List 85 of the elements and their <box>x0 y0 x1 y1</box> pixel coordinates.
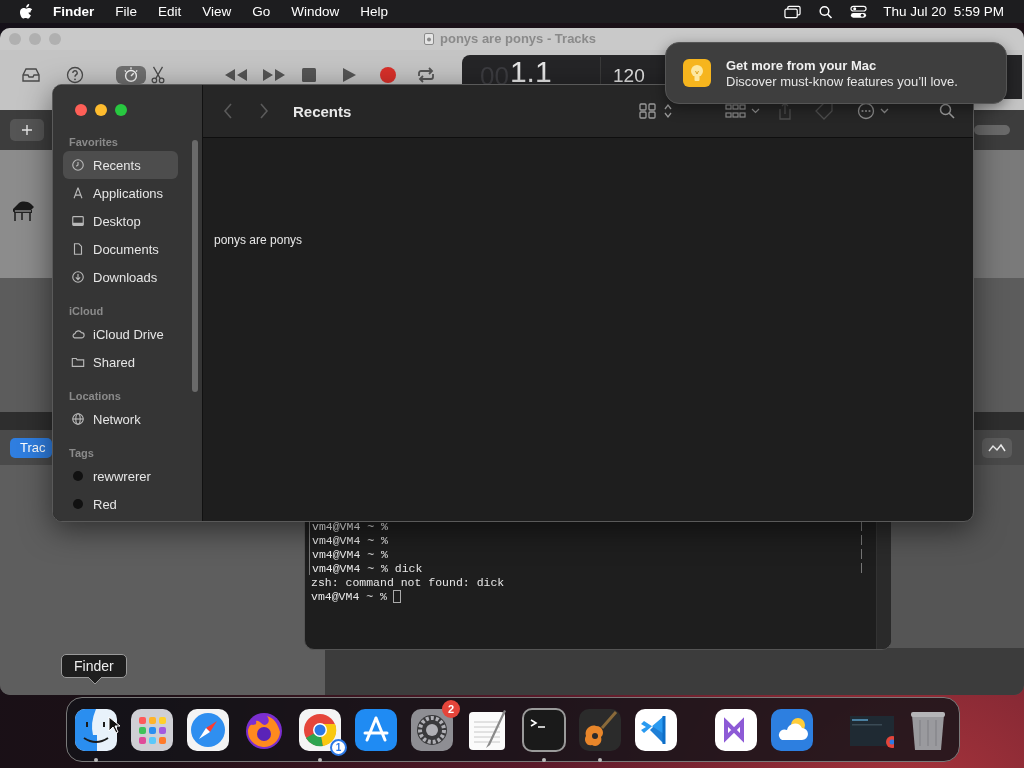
sidebar-item[interactable]: Red <box>63 490 178 518</box>
smiling-face-icon[interactable] <box>74 707 118 752</box>
app-menu[interactable]: Finder <box>53 4 95 19</box>
menu-item[interactable]: Go <box>252 4 271 19</box>
terminal-line: vm4@VM4 ~ % <box>312 533 388 547</box>
terminal-icon[interactable] <box>522 707 566 752</box>
sidebar-heading: Locations <box>68 389 122 404</box>
play-icon[interactable] <box>342 68 356 82</box>
sidebar-heading: iCloud <box>68 304 105 319</box>
sidebar-heading: Tags <box>68 446 95 461</box>
close-button[interactable] <box>75 104 87 116</box>
help-icon <box>66 66 84 84</box>
tracks-button[interactable]: Trac <box>10 437 52 458</box>
plus-icon <box>21 124 33 136</box>
notification-message: Discover must-know features you’ll love. <box>726 73 958 89</box>
zigzag-line-icon <box>988 442 1006 453</box>
terminal-line: vm4@VM4 ~ % <box>312 547 388 561</box>
record-icon[interactable] <box>380 67 396 83</box>
menu-item[interactable]: View <box>202 4 232 19</box>
scissors-icon <box>149 66 167 84</box>
sidebar-heading: Favorites <box>68 135 119 150</box>
fast-forward-icon[interactable] <box>262 68 286 82</box>
rewind-icon[interactable] <box>224 68 248 82</box>
scrollbar[interactable] <box>192 140 198 392</box>
sidebar-item[interactable]: Desktop <box>63 207 178 235</box>
tooltip-pointer-icon <box>88 677 102 685</box>
notification-banner[interactable]: Get more from your Mac Discover must-know features you’ll love. <box>665 42 1007 104</box>
terminal-line: vm4@VM4 ~ % <box>312 519 388 533</box>
notification-title: Get more from your Mac <box>726 57 878 73</box>
document-icon <box>71 242 85 256</box>
monitor-icon <box>71 214 85 228</box>
notification-badge: 2 <box>442 699 460 718</box>
sidebar-item[interactable]: Recents <box>63 151 178 179</box>
mouse-pointer-icon <box>108 716 120 734</box>
inbox-icon <box>21 67 41 83</box>
search-icon[interactable] <box>817 4 835 19</box>
sidebar-item[interactable]: Downloads <box>63 263 178 291</box>
stacked-windows-icon[interactable] <box>784 4 802 19</box>
sidebar-item[interactable]: Network <box>63 405 178 433</box>
help-button[interactable] <box>64 66 86 84</box>
folder-icon <box>71 355 85 369</box>
control-center-icon[interactable] <box>850 4 868 19</box>
menu-bar-clock[interactable]: Thu Jul 20 5:59 PM <box>883 4 1004 19</box>
sidebar-item[interactable]: Documents <box>63 235 178 263</box>
menu-item[interactable]: Edit <box>158 4 182 19</box>
cycle-icon[interactable] <box>416 67 436 83</box>
globe-icon <box>71 412 85 426</box>
group-button[interactable] <box>725 103 761 119</box>
sidebar-item[interactable]: rewwrerer <box>63 462 178 490</box>
app-grid-icon[interactable] <box>130 707 174 752</box>
download-icon <box>71 270 85 284</box>
compass-icon[interactable] <box>186 707 230 752</box>
icon-view-button[interactable] <box>639 103 673 119</box>
guitar-icon[interactable] <box>578 707 622 752</box>
sidebar-item[interactable]: iCloud Drive <box>63 320 178 348</box>
menu-item[interactable]: Help <box>360 4 389 19</box>
window-title: Recents <box>293 102 352 120</box>
code-editor-icon[interactable] <box>634 707 678 752</box>
apple-logo-icon[interactable] <box>19 3 33 20</box>
terminal-line: vm4@VM4 ~ % <box>311 589 387 603</box>
file-name[interactable]: ponys are ponys <box>214 233 303 247</box>
search-button[interactable] <box>939 103 955 119</box>
sidebar-item[interactable]: Shared <box>63 348 178 376</box>
cloud-icon <box>71 327 85 341</box>
add-track-button[interactable] <box>10 119 44 141</box>
window-title: ponys are ponys - Tracks <box>440 31 597 46</box>
zoom-button[interactable] <box>115 104 127 116</box>
playhead-position: 1.1 <box>509 57 552 87</box>
menu-item[interactable]: Window <box>291 4 340 19</box>
app-store-icon[interactable] <box>354 707 398 752</box>
tempo-value: 120 <box>613 65 645 87</box>
minimize-button[interactable] <box>95 104 107 116</box>
menu-item[interactable]: File <box>115 4 138 19</box>
light-bulb-icon <box>683 59 711 87</box>
gear-icon[interactable] <box>410 707 454 752</box>
cloud-sun-icon[interactable] <box>770 707 814 752</box>
sidebar-item[interactable]: Applications <box>63 179 178 207</box>
terminal-line: zsh: command not found: dick <box>311 575 505 589</box>
clock-icon <box>71 158 85 172</box>
document-icon <box>424 32 434 45</box>
terminal-line: vm4@VM4 ~ % dick <box>312 561 423 575</box>
knob-button[interactable] <box>116 66 146 84</box>
automation-button[interactable] <box>982 437 1012 458</box>
bowtie-icon[interactable] <box>714 707 758 752</box>
piano-icon <box>10 199 36 223</box>
